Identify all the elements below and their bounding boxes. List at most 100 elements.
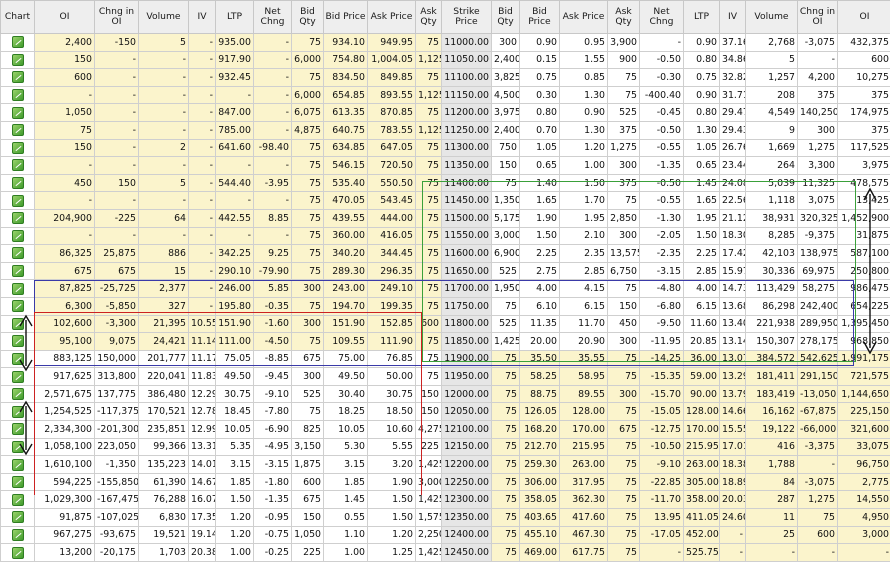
chart-icon[interactable] <box>12 494 24 506</box>
column-header[interactable]: OI <box>35 1 95 34</box>
column-header[interactable]: Chart <box>1 1 35 34</box>
column-header[interactable]: IV <box>720 1 746 34</box>
strike-price-cell[interactable]: 11850.00 <box>442 333 492 351</box>
strike-price-cell[interactable]: 12400.00 <box>442 526 492 544</box>
strike-price-cell[interactable]: 12450.00 <box>442 544 492 562</box>
call-chart-cell[interactable] <box>1 121 35 139</box>
call-chart-cell[interactable] <box>1 174 35 192</box>
chart-icon[interactable] <box>12 371 24 383</box>
call-chart-cell[interactable] <box>1 139 35 157</box>
column-header[interactable]: Net Chng <box>640 1 684 34</box>
call-chart-cell[interactable] <box>1 297 35 315</box>
call-chart-cell[interactable] <box>1 69 35 87</box>
chart-icon[interactable] <box>12 195 24 207</box>
column-header[interactable]: OI <box>838 1 890 34</box>
column-header[interactable]: Ask Price <box>560 1 608 34</box>
chart-icon[interactable] <box>12 388 24 400</box>
chart-icon[interactable] <box>12 71 24 83</box>
column-header[interactable]: Volume <box>139 1 189 34</box>
strike-price-cell[interactable]: 11350.00 <box>442 157 492 175</box>
strike-price-cell[interactable]: 11700.00 <box>442 280 492 298</box>
chart-icon[interactable] <box>12 265 24 277</box>
column-header[interactable]: LTP <box>684 1 720 34</box>
call-chart-cell[interactable] <box>1 509 35 527</box>
call-chart-cell[interactable] <box>1 157 35 175</box>
strike-price-cell[interactable]: 11900.00 <box>442 350 492 368</box>
column-header[interactable]: Strike Price <box>442 1 492 34</box>
strike-price-cell[interactable]: 11400.00 <box>442 174 492 192</box>
call-chart-cell[interactable] <box>1 209 35 227</box>
strike-price-cell[interactable]: 11550.00 <box>442 227 492 245</box>
chart-icon[interactable] <box>12 511 24 523</box>
chart-icon[interactable] <box>12 547 24 559</box>
strike-price-cell[interactable]: 11800.00 <box>442 315 492 333</box>
strike-price-cell[interactable]: 12100.00 <box>442 421 492 439</box>
column-header[interactable]: IV <box>189 1 216 34</box>
call-chart-cell[interactable] <box>1 526 35 544</box>
chart-icon[interactable] <box>12 36 24 48</box>
strike-price-cell[interactable]: 11100.00 <box>442 69 492 87</box>
column-header[interactable]: Bid Qty <box>492 1 520 34</box>
column-header[interactable]: Ask Price <box>368 1 416 34</box>
chart-icon[interactable] <box>12 247 24 259</box>
column-header[interactable]: Volume <box>746 1 798 34</box>
strike-price-cell[interactable]: 12300.00 <box>442 491 492 509</box>
strike-price-cell[interactable]: 12150.00 <box>442 438 492 456</box>
chart-icon[interactable] <box>12 142 24 154</box>
call-chart-cell[interactable] <box>1 491 35 509</box>
call-chart-cell[interactable] <box>1 456 35 474</box>
strike-price-cell[interactable]: 12350.00 <box>442 509 492 527</box>
call-chart-cell[interactable] <box>1 473 35 491</box>
column-header[interactable]: Ask Qty <box>608 1 640 34</box>
chart-icon[interactable] <box>12 459 24 471</box>
strike-price-cell[interactable]: 12050.00 <box>442 403 492 421</box>
call-chart-cell[interactable] <box>1 227 35 245</box>
chart-icon[interactable] <box>12 283 24 295</box>
chart-icon[interactable] <box>12 177 24 189</box>
column-header[interactable]: Bid Price <box>324 1 368 34</box>
strike-price-cell[interactable]: 11600.00 <box>442 245 492 263</box>
strike-price-cell[interactable]: 11750.00 <box>442 297 492 315</box>
call-chart-cell[interactable] <box>1 192 35 210</box>
chart-icon[interactable] <box>12 124 24 136</box>
strike-price-cell[interactable]: 11000.00 <box>442 34 492 52</box>
chart-icon[interactable] <box>12 159 24 171</box>
table-cell: 3,825 <box>492 69 520 87</box>
column-header[interactable]: Ask Qty <box>416 1 442 34</box>
strike-price-cell[interactable]: 11950.00 <box>442 368 492 386</box>
column-header[interactable]: Net Chng <box>254 1 292 34</box>
call-chart-cell[interactable] <box>1 104 35 122</box>
chart-icon[interactable] <box>12 529 24 541</box>
call-chart-cell[interactable] <box>1 280 35 298</box>
strike-price-cell[interactable]: 12000.00 <box>442 385 492 403</box>
call-chart-cell[interactable] <box>1 51 35 69</box>
call-chart-cell[interactable] <box>1 544 35 562</box>
chart-icon[interactable] <box>12 476 24 488</box>
strike-price-cell[interactable]: 12200.00 <box>442 456 492 474</box>
chart-icon[interactable] <box>12 230 24 242</box>
strike-price-cell[interactable]: 11450.00 <box>442 192 492 210</box>
chart-icon[interactable] <box>12 300 24 312</box>
strike-price-cell[interactable]: 11650.00 <box>442 262 492 280</box>
call-chart-cell[interactable] <box>1 245 35 263</box>
strike-price-cell[interactable]: 11300.00 <box>442 139 492 157</box>
call-chart-cell[interactable] <box>1 34 35 52</box>
strike-price-cell[interactable]: 11250.00 <box>442 121 492 139</box>
chart-icon[interactable] <box>12 212 24 224</box>
strike-price-cell[interactable]: 11500.00 <box>442 209 492 227</box>
column-header[interactable]: Chng in OI <box>798 1 838 34</box>
chart-icon[interactable] <box>12 89 24 101</box>
call-chart-cell[interactable] <box>1 262 35 280</box>
strike-price-cell[interactable]: 11150.00 <box>442 86 492 104</box>
column-header[interactable]: Bid Qty <box>292 1 324 34</box>
table-cell: -3,375 <box>798 438 838 456</box>
strike-price-cell[interactable]: 12250.00 <box>442 473 492 491</box>
chart-icon[interactable] <box>12 107 24 119</box>
chart-icon[interactable] <box>12 54 24 66</box>
strike-price-cell[interactable]: 11050.00 <box>442 51 492 69</box>
strike-price-cell[interactable]: 11200.00 <box>442 104 492 122</box>
column-header[interactable]: LTP <box>216 1 254 34</box>
column-header[interactable]: Bid Price <box>520 1 560 34</box>
column-header[interactable]: Chng in OI <box>95 1 139 34</box>
call-chart-cell[interactable] <box>1 86 35 104</box>
